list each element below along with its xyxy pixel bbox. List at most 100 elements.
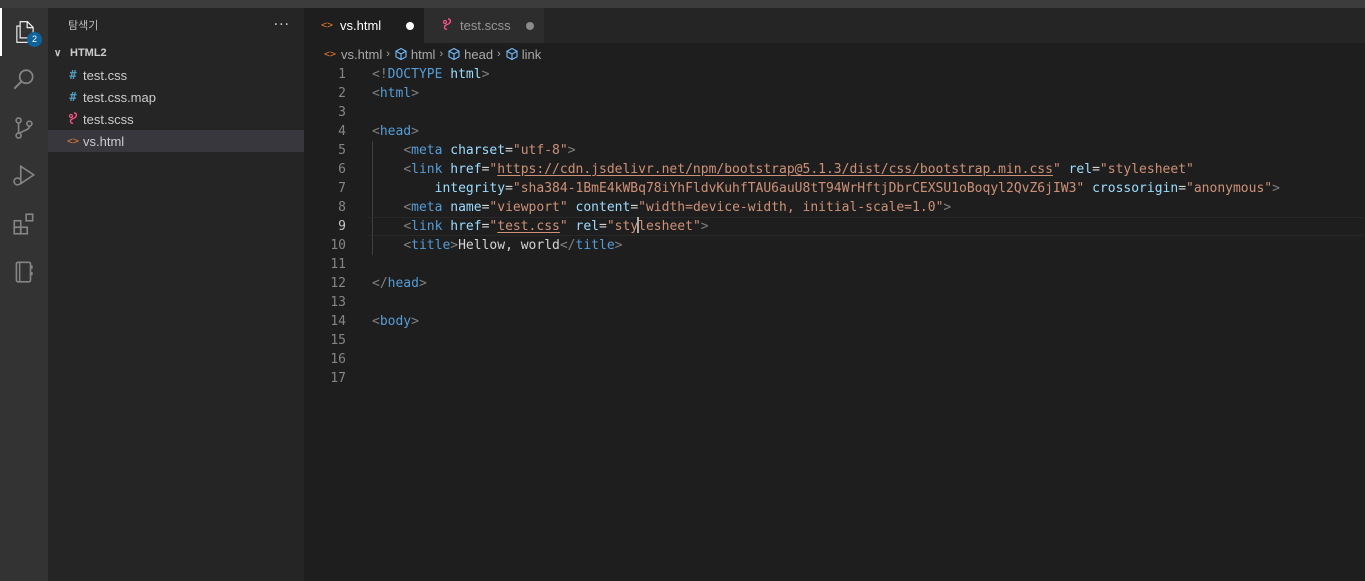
code-token: "viewport": [489, 200, 568, 215]
code-token: href: [450, 219, 482, 234]
code-line[interactable]: 12 </head>: [304, 274, 1365, 293]
code-line[interactable]: 7 integrity="sha384-1BmE4kWBq78iYhFldvKu…: [304, 179, 1365, 198]
code-token: =: [630, 200, 639, 215]
code-token: content: [575, 200, 631, 215]
file-test-css[interactable]: # test.css: [48, 64, 304, 86]
notebook-icon: [15, 261, 33, 283]
line-number: 5: [338, 143, 346, 158]
code-token: <: [372, 86, 380, 101]
code-line[interactable]: 6 <link href = "https://cdn.jsdelivr.net/n…: [304, 160, 1365, 179]
folder-html2[interactable]: ∨ HTML2: [48, 42, 304, 64]
code-token: integrity: [434, 181, 506, 196]
unsaved-dot-icon[interactable]: [406, 22, 414, 30]
code-token: <: [403, 200, 412, 215]
code-line[interactable]: 4 <head>: [304, 122, 1365, 141]
line-number: 3: [338, 105, 346, 120]
code-line[interactable]: 16: [304, 350, 1365, 369]
file-test-css-map[interactable]: # test.css.map: [48, 86, 304, 108]
code-token: href: [450, 162, 482, 177]
tab-vs-html[interactable]: <> vs.html: [304, 8, 424, 43]
code-line[interactable]: 14 <body>: [304, 312, 1365, 331]
file-test-scss[interactable]: test.scss: [48, 108, 304, 130]
file-vs-html[interactable]: <> vs.html: [48, 130, 304, 152]
activity-search[interactable]: [0, 56, 48, 104]
code-token: <: [403, 162, 412, 177]
symbol-element-icon: [506, 47, 518, 61]
line-number: 12: [330, 276, 346, 291]
code-text: <head>: [372, 122, 419, 141]
code-text: <body>: [372, 312, 419, 331]
chevron-right-icon: ›: [386, 48, 390, 60]
code-token: https://cdn.jsdelivr.net/npm/bootstrap@5…: [497, 162, 1053, 177]
code-token: >: [614, 238, 623, 253]
code-token: link: [411, 162, 443, 177]
code-token: html: [379, 86, 412, 101]
code-token: ": [559, 219, 568, 234]
code-text: <meta name="viewport" content="width=dev…: [372, 198, 951, 217]
code-line[interactable]: 2 <html>: [304, 84, 1365, 103]
line-number: 8: [338, 200, 346, 215]
activity-extensions[interactable]: [0, 200, 48, 248]
code-token: head: [379, 124, 412, 139]
code-token: html: [450, 67, 482, 82]
code-token: meta: [411, 200, 443, 215]
code-line[interactable]: 1 <!DOCTYPE html>: [304, 65, 1365, 84]
breadcrumb-label: head: [464, 46, 494, 62]
code-line[interactable]: 15: [304, 331, 1365, 350]
line-number: 10: [330, 238, 346, 253]
file-label: vs.html: [83, 133, 125, 149]
code-line[interactable]: 11: [304, 255, 1365, 274]
unsaved-dot-icon[interactable]: [526, 22, 534, 30]
code-editor[interactable]: 1 <!DOCTYPE html> 2 <html> 3 4 <head> 5 <meta c…: [304, 65, 1365, 581]
code-token: =: [505, 181, 513, 196]
code-token: rel: [575, 219, 600, 234]
code-token: name: [450, 200, 482, 215]
folder-label: HTML2: [70, 47, 107, 59]
title-bar-strip: [0, 0, 1365, 8]
file-label: test.scss: [83, 111, 134, 127]
symbol-element-icon: [448, 47, 460, 61]
code-token: charset: [450, 143, 506, 158]
line-number: 1: [338, 67, 346, 82]
activity-run-debug[interactable]: [0, 152, 48, 200]
tab-test-scss[interactable]: test.scss: [424, 8, 544, 43]
code-text: <meta charset="utf-8">: [372, 141, 575, 160]
code-token: body: [379, 314, 412, 329]
line-number: 16: [330, 352, 346, 367]
more-actions-icon[interactable]: ···: [274, 17, 290, 33]
run-debug-icon: [13, 164, 36, 186]
breadcrumb-head[interactable]: head: [447, 47, 493, 62]
code-line[interactable]: 8 <meta name="viewport" content="width=d…: [304, 198, 1365, 217]
code-token: "utf-8": [512, 143, 568, 158]
breadcrumb-html[interactable]: html: [394, 47, 435, 62]
breadcrumb-file[interactable]: <> vs.html: [324, 47, 382, 62]
code-text: </head>: [372, 274, 427, 293]
code-token: <: [403, 219, 412, 234]
code-line[interactable]: 17: [304, 369, 1365, 388]
code-text: <html>: [372, 84, 419, 103]
code-token: <: [403, 143, 412, 158]
scss-icon: [438, 18, 456, 33]
activity-bar: 2: [0, 8, 48, 581]
line-number: 11: [330, 257, 346, 272]
code-token: >: [418, 276, 427, 291]
code-line[interactable]: 3: [304, 103, 1365, 122]
code-line[interactable]: 9 <link href="test.css" rel="stylesheet"…: [304, 217, 1365, 236]
activity-explorer[interactable]: 2: [0, 8, 48, 56]
breadcrumb-label: vs.html: [341, 46, 383, 62]
code-token: head: [387, 276, 419, 291]
code-token: =: [505, 143, 513, 158]
code-line[interactable]: 10 <title>Hellow, world</title>: [304, 236, 1365, 255]
code-token: >: [1272, 181, 1280, 196]
activity-source-control[interactable]: [0, 104, 48, 152]
code-line[interactable]: 13: [304, 293, 1365, 312]
code-line[interactable]: 5 <meta charset="utf-8">: [304, 141, 1365, 160]
line-number: 17: [330, 371, 346, 386]
breadcrumb-link[interactable]: link: [505, 47, 541, 62]
line-number: 2: [338, 86, 346, 101]
activity-notebook[interactable]: [0, 248, 48, 296]
code-token: >: [411, 86, 419, 101]
code-text: integrity="sha384-1BmE4kWBq78iYhFldvKuhf…: [372, 179, 1280, 198]
line-number: 9: [338, 219, 346, 234]
